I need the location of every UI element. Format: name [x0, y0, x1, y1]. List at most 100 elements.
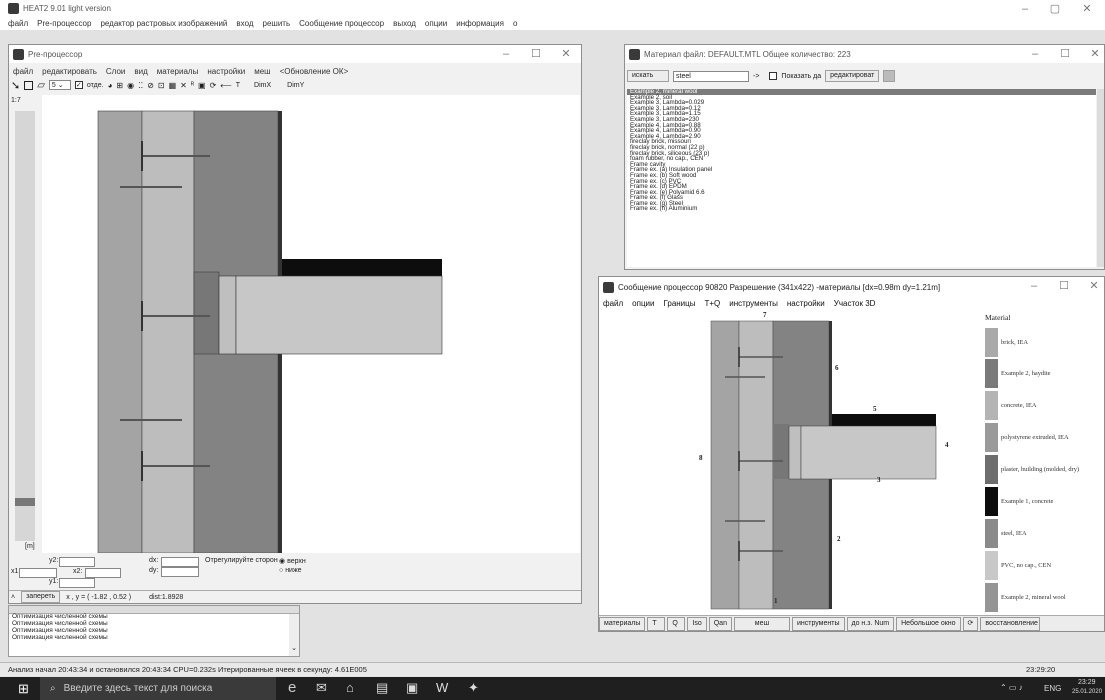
measure-icon[interactable]: ⟵ [220, 81, 231, 90]
q-button[interactable]: Q [667, 616, 686, 631]
snap-icon[interactable]: ◕ [108, 81, 113, 90]
t-button[interactable]: T [647, 616, 666, 631]
qan-button[interactable]: Qan [708, 616, 732, 631]
dimx-button[interactable]: DimX [254, 82, 271, 89]
msg-menu-bounds[interactable]: Границы [663, 299, 695, 308]
radio-lower[interactable]: ○ ниже [279, 567, 302, 574]
delete-icon[interactable]: ✕ [180, 81, 187, 90]
pre-menu-update[interactable]: <Обновление ОК> [280, 67, 349, 76]
refresh-icon[interactable]: ⟳ [210, 81, 217, 90]
app-icon[interactable]: ✦ [468, 680, 479, 696]
small-window-button[interactable]: Небольшое окно [896, 616, 961, 631]
pre-menu-mesh[interactable]: меш [254, 67, 270, 76]
iso-button[interactable]: Iso [687, 616, 707, 631]
menu-bitmap[interactable]: редактор растровых изображений [100, 19, 227, 28]
pre-close-icon[interactable]: ✕ [551, 45, 581, 63]
msg-menu-tq[interactable]: T+Q [704, 299, 720, 308]
restore-button[interactable]: восстановление [980, 616, 1041, 631]
scroll-thumb[interactable] [15, 498, 35, 506]
search-button[interactable]: искать [627, 70, 669, 82]
store-icon[interactable]: ⌂ [346, 680, 354, 695]
num-button[interactable]: до н.з. Num [846, 616, 895, 631]
material-minimize-icon[interactable]: – [1020, 45, 1050, 63]
pre-menu-file[interactable]: файл [13, 67, 33, 76]
pre-menu-settings[interactable]: настройки [207, 67, 245, 76]
layers-icon[interactable]: ▦ [169, 81, 177, 90]
tools-button[interactable]: инструменты [791, 616, 845, 631]
menu-about[interactable]: о [513, 19, 517, 28]
menu-file[interactable]: файл [8, 19, 28, 28]
y2-input[interactable] [59, 557, 95, 567]
drawing-canvas[interactable] [42, 95, 580, 554]
fit-icon[interactable]: ⊡ [158, 81, 165, 90]
rectangle-icon[interactable] [24, 80, 34, 90]
msg-window: Сообщение процессор 90820 Разрешение (34… [598, 276, 1105, 632]
menu-exit[interactable]: выход [393, 19, 416, 28]
menu-msg[interactable]: Сообщение процессор [299, 19, 384, 28]
material-list[interactable]: Example 2, mineral wool Example 2, soil … [627, 89, 1096, 267]
log-scrollbar[interactable]: ⌄ [289, 614, 299, 656]
dy-input[interactable] [161, 567, 199, 577]
windows-start-icon[interactable]: ⊞ [18, 681, 29, 697]
mesh-button[interactable]: меш [733, 616, 790, 631]
image-icon[interactable]: ▣ [198, 81, 206, 90]
clock-date[interactable]: 25.01.2020 [1072, 689, 1102, 695]
vertical-scrollbar[interactable] [15, 111, 35, 541]
mail-icon[interactable]: ✉ [316, 680, 327, 696]
menu-pre[interactable]: Pre-процессор [37, 19, 91, 28]
language-indicator[interactable]: ENG [1044, 684, 1061, 693]
edge-icon[interactable]: e [288, 679, 296, 696]
dx-input[interactable] [161, 557, 199, 567]
materials-button[interactable]: материалы [599, 616, 646, 631]
pre-maximize-icon[interactable]: ☐ [521, 45, 551, 63]
zoom-icon[interactable]: ⊘ [147, 81, 154, 90]
refresh-icon[interactable]: ⟳ [962, 616, 979, 631]
explorer-icon[interactable]: ▤ [376, 680, 388, 696]
taskbar-search[interactable]: ⌕ Введите здесь текст для поиска [40, 677, 276, 700]
msg-menu-tools[interactable]: инструменты [729, 299, 778, 308]
polygon-icon[interactable]: ▱ [37, 80, 45, 91]
tray-icons[interactable]: ⌃ ▭ ♪ [1000, 683, 1023, 692]
lock-button[interactable]: запереть [21, 591, 61, 603]
caret-up-icon[interactable]: ˄ [11, 594, 15, 601]
msg-menu-3d[interactable]: Участок 3D [834, 299, 876, 308]
show-checkbox[interactable] [769, 72, 778, 80]
heat2-taskbar-icon[interactable]: ▣ [406, 680, 418, 696]
msg-menu-file[interactable]: файл [603, 299, 623, 308]
layer-number-select[interactable]: 5 ⌄ [48, 80, 71, 90]
pre-menu-view[interactable]: вид [134, 67, 147, 76]
word-icon[interactable]: W [436, 680, 448, 695]
search-input[interactable]: steel [673, 70, 749, 82]
material-close-icon[interactable]: ✕ [1080, 45, 1105, 63]
material-icon[interactable]: ◉ [127, 81, 134, 90]
align-icon[interactable]: ⊞ [116, 81, 123, 90]
menu-solve[interactable]: решить [263, 19, 291, 28]
menu-options[interactable]: опции [425, 19, 447, 28]
dots-icon[interactable]: ⁚⁚ [138, 81, 143, 90]
x2-input[interactable] [85, 568, 121, 578]
radio-upper[interactable]: ◉ верхн [279, 557, 306, 565]
clock-time[interactable]: 23:29 [1078, 679, 1096, 686]
msg-maximize-icon[interactable]: ☐ [1049, 277, 1079, 295]
material-scrollbar[interactable] [1097, 89, 1104, 267]
pre-menu-layers[interactable]: Слои [106, 67, 125, 76]
edit-button[interactable]: редактироват [825, 70, 880, 82]
list-item[interactable]: Frame ex. (h) Aluminium [627, 206, 1096, 212]
color-button[interactable] [883, 70, 896, 82]
pointer-icon[interactable]: ➘ [11, 79, 20, 92]
grid-checkbox[interactable]: ✓ [74, 81, 83, 89]
msg-minimize-icon[interactable]: – [1019, 277, 1049, 295]
y1-input[interactable] [59, 578, 95, 588]
pre-menu-edit[interactable]: редактировать [42, 67, 97, 76]
menu-input[interactable]: вход [236, 19, 253, 28]
x1-input[interactable] [19, 568, 57, 578]
msg-menu-settings[interactable]: настройки [787, 299, 825, 308]
menu-info[interactable]: информация [456, 19, 504, 28]
result-canvas[interactable] [699, 311, 959, 611]
pre-minimize-icon[interactable]: – [491, 45, 521, 63]
dimy-button[interactable]: DimY [287, 82, 304, 89]
material-maximize-icon[interactable]: ☐ [1050, 45, 1080, 63]
msg-menu-options[interactable]: опции [632, 299, 654, 308]
pre-menu-materials[interactable]: материалы [157, 67, 199, 76]
msg-close-icon[interactable]: ✕ [1079, 277, 1105, 295]
